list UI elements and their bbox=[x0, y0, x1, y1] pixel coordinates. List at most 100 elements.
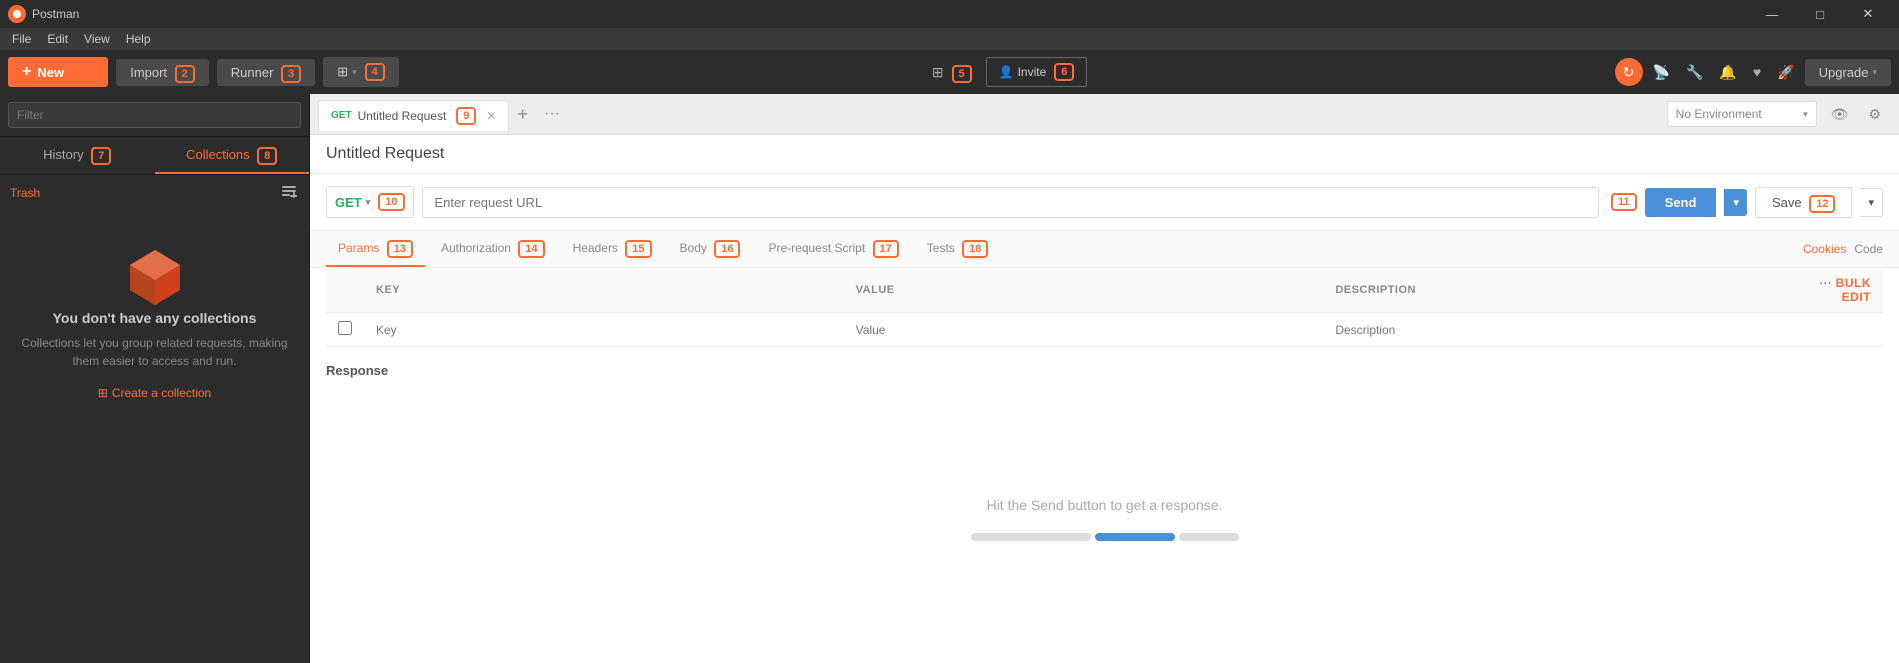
new-collection-icon-button[interactable] bbox=[279, 181, 299, 204]
collection-icon bbox=[120, 240, 190, 310]
col-value: VALUE bbox=[844, 268, 1324, 313]
menu-help[interactable]: Help bbox=[118, 30, 159, 48]
app-title: Postman bbox=[32, 7, 79, 21]
badge-12: 12 bbox=[1809, 195, 1835, 213]
invite-button[interactable]: 👤 Invite 6 bbox=[986, 57, 1088, 87]
sync-button[interactable]: ↻ bbox=[1615, 58, 1643, 86]
runner-button[interactable]: Runner 3 bbox=[217, 59, 315, 86]
badge-18: 18 bbox=[962, 240, 988, 258]
badge-3: 3 bbox=[281, 65, 301, 83]
tabs-bar: GET Untitled Request 9 ✕ + ··· bbox=[310, 94, 1655, 134]
desc-input[interactable] bbox=[1335, 323, 1791, 337]
badge-13: 13 bbox=[387, 240, 413, 258]
url-input[interactable] bbox=[422, 187, 1599, 218]
more-tabs-button[interactable]: ··· bbox=[536, 101, 568, 127]
wrench-icon-button[interactable]: 🔧 bbox=[1680, 60, 1709, 85]
filter-input[interactable] bbox=[8, 102, 301, 128]
badge-10: 10 bbox=[378, 193, 404, 211]
row-checkbox[interactable] bbox=[338, 321, 352, 335]
satellite-icon-button[interactable]: 📡 bbox=[1647, 60, 1676, 85]
more-dots-icon[interactable]: ··· bbox=[1820, 278, 1833, 290]
save-button[interactable]: Save 12 bbox=[1755, 187, 1853, 218]
cookies-link[interactable]: Cookies bbox=[1803, 242, 1846, 256]
send-button[interactable]: Send bbox=[1645, 188, 1717, 217]
tab-history[interactable]: History 7 bbox=[0, 137, 155, 174]
menu-edit[interactable]: Edit bbox=[39, 30, 76, 48]
eye-icon-button[interactable]: 👁 bbox=[1825, 102, 1855, 127]
url-bar: GET ▾ 10 11 Send ▾ Save 12 ▾ bbox=[310, 174, 1899, 231]
response-area: Response Hit the Send button to get a re… bbox=[310, 347, 1899, 663]
person-icon: 👤 bbox=[999, 65, 1014, 79]
rocket-icon-button[interactable]: 🚀 bbox=[1771, 60, 1800, 85]
tab-tests[interactable]: Tests 18 bbox=[915, 231, 1001, 267]
minimize-button[interactable]: — bbox=[1749, 0, 1795, 28]
trash-link[interactable]: Trash bbox=[10, 186, 40, 200]
plus-icon: + bbox=[22, 63, 31, 81]
settings-icon-button[interactable]: ⚙ bbox=[1862, 102, 1887, 127]
response-progress bbox=[971, 533, 1239, 541]
sidebar-actions: Trash bbox=[0, 175, 309, 210]
col-description: DESCRIPTION bbox=[1323, 268, 1803, 313]
badge-7: 7 bbox=[91, 147, 111, 165]
heart-icon-button[interactable]: ♥ bbox=[1747, 60, 1767, 84]
tab-params[interactable]: Params 13 bbox=[326, 231, 425, 267]
tab-collections[interactable]: Collections 8 bbox=[155, 137, 310, 174]
code-link[interactable]: Code bbox=[1854, 242, 1883, 256]
request-title: Untitled Request bbox=[326, 145, 444, 163]
sidebar-tabs: History 7 Collections 8 bbox=[0, 137, 309, 175]
window-controls: — □ ✕ bbox=[1749, 0, 1891, 28]
progress-bar-1 bbox=[971, 533, 1091, 541]
request-tab[interactable]: GET Untitled Request 9 ✕ bbox=[318, 100, 509, 131]
env-label: No Environment bbox=[1676, 107, 1762, 121]
badge-14: 14 bbox=[518, 240, 544, 258]
badge-5: 5 bbox=[952, 65, 972, 83]
badge-15: 15 bbox=[625, 240, 651, 258]
add-tab-button[interactable]: + bbox=[509, 100, 536, 129]
bell-icon-button[interactable]: 🔔 bbox=[1713, 60, 1742, 85]
upgrade-button[interactable]: Upgrade ▾ bbox=[1805, 59, 1891, 86]
params-table: KEY VALUE DESCRIPTION ··· Bulk Edit bbox=[326, 268, 1883, 347]
send-dropdown-button[interactable]: ▾ bbox=[1724, 189, 1747, 216]
maximize-button[interactable]: □ bbox=[1797, 0, 1843, 28]
method-selector[interactable]: GET ▾ 10 bbox=[326, 186, 414, 218]
sidebar-search-container bbox=[0, 94, 309, 137]
tab-body[interactable]: Body 16 bbox=[668, 231, 753, 267]
env-selector[interactable]: No Environment ▾ bbox=[1667, 101, 1817, 127]
tab-method: GET bbox=[331, 110, 352, 121]
col-checkbox bbox=[326, 268, 364, 313]
new-button[interactable]: + New 1 bbox=[8, 57, 108, 87]
create-collection-button[interactable]: ⊞ Create a collection bbox=[98, 386, 211, 400]
badge-8: 8 bbox=[257, 147, 277, 165]
menu-view[interactable]: View bbox=[76, 30, 118, 48]
save-dropdown-button[interactable]: ▾ bbox=[1860, 188, 1883, 217]
col-key: KEY bbox=[364, 268, 844, 313]
response-empty-text: Hit the Send button to get a response. bbox=[987, 497, 1223, 513]
invite-label: Invite bbox=[1018, 65, 1047, 79]
sidebar: History 7 Collections 8 Trash bbox=[0, 94, 310, 663]
tab-actions: Cookies Code bbox=[1803, 242, 1883, 256]
bulk-edit-link[interactable]: Bulk Edit bbox=[1836, 276, 1871, 304]
collections-empty-desc: Collections let you group related reques… bbox=[20, 334, 289, 370]
tab-headers[interactable]: Headers 15 bbox=[561, 231, 664, 267]
tab-close-icon[interactable]: ✕ bbox=[486, 109, 496, 123]
params-section: KEY VALUE DESCRIPTION ··· Bulk Edit bbox=[310, 268, 1899, 347]
response-empty: Hit the Send button to get a response. bbox=[326, 390, 1883, 647]
tab-authorization[interactable]: Authorization 14 bbox=[429, 231, 557, 267]
create-collection-label: Create a collection bbox=[112, 386, 211, 400]
request-panel: Untitled Request GET ▾ 10 11 Send ▾ Save… bbox=[310, 135, 1899, 663]
import-button[interactable]: Import 2 bbox=[116, 59, 209, 86]
badge-2: 2 bbox=[175, 65, 195, 83]
badge-9: 9 bbox=[456, 107, 476, 125]
response-title: Response bbox=[326, 363, 1883, 378]
badge-1: 1 bbox=[74, 63, 94, 81]
badge-6: 6 bbox=[1054, 63, 1074, 81]
extra-button[interactable]: ⊞ ▾ 4 bbox=[323, 57, 399, 87]
create-collection-icon: ⊞ bbox=[98, 386, 108, 400]
tab-pre-request[interactable]: Pre-request Script 17 bbox=[756, 231, 910, 267]
close-button[interactable]: ✕ bbox=[1845, 0, 1891, 28]
grid-icon-button[interactable]: ⊞ 5 bbox=[926, 60, 978, 85]
value-input[interactable] bbox=[856, 323, 1312, 337]
key-input[interactable] bbox=[376, 323, 832, 337]
menu-file[interactable]: File bbox=[4, 30, 39, 48]
method-label: GET bbox=[335, 195, 362, 210]
